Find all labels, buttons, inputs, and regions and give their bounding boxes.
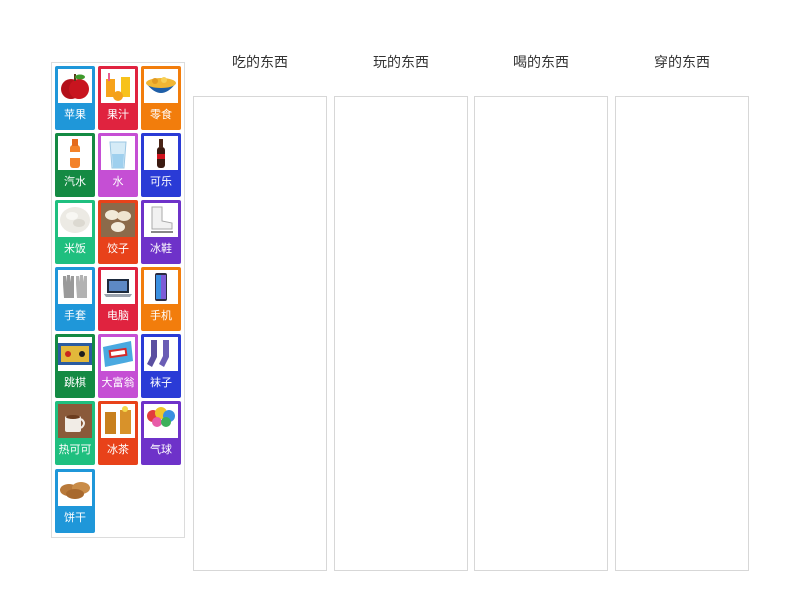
- snack-icon: [144, 69, 178, 103]
- card-label: 米饭: [64, 242, 86, 255]
- hot-cocoa-icon: [58, 404, 92, 438]
- card-label: 水: [112, 175, 124, 188]
- card-label: 饼干: [64, 511, 86, 524]
- card-label: 零食: [150, 108, 172, 121]
- drop-zone-play[interactable]: [334, 96, 468, 571]
- card-laptop[interactable]: 电脑: [98, 267, 138, 331]
- card-snack[interactable]: 零食: [141, 66, 181, 130]
- card-glove[interactable]: 手套: [55, 267, 95, 331]
- apple-icon: [58, 69, 92, 103]
- card-label: 饺子: [107, 242, 129, 255]
- drop-zone-eat[interactable]: [193, 96, 327, 571]
- card-cola[interactable]: 可乐: [141, 133, 181, 197]
- card-juice[interactable]: 果汁: [98, 66, 138, 130]
- card-label: 可乐: [150, 175, 172, 188]
- card-label: 热可可: [58, 443, 92, 456]
- checkers-icon: [58, 337, 92, 371]
- water-icon: [101, 136, 135, 170]
- balloon-icon: [144, 404, 178, 438]
- card-socks[interactable]: 袜子: [141, 334, 181, 398]
- dumpling-icon: [101, 203, 135, 237]
- column-title-drink: 喝的东西: [513, 55, 569, 71]
- column-title-wear: 穿的东西: [654, 55, 710, 71]
- card-iced-tea[interactable]: 冰茶: [98, 401, 138, 465]
- card-dumpling[interactable]: 饺子: [98, 200, 138, 264]
- card-label: 果汁: [107, 108, 129, 121]
- rice-icon: [58, 203, 92, 237]
- card-hot-cocoa[interactable]: 热可可: [55, 401, 95, 465]
- drop-zone-wear[interactable]: [615, 96, 749, 571]
- card-label: 冰鞋: [150, 242, 172, 255]
- card-rice[interactable]: 米饭: [55, 200, 95, 264]
- card-label: 气球: [150, 443, 172, 456]
- card-label: 苹果: [64, 108, 86, 121]
- juice-icon: [101, 69, 135, 103]
- ice-skate-icon: [144, 203, 178, 237]
- cookie-icon: [58, 472, 92, 506]
- card-label: 大富翁: [101, 376, 135, 389]
- card-label: 手套: [64, 309, 86, 322]
- drop-zone-drink[interactable]: [474, 96, 608, 571]
- card-water[interactable]: 水: [98, 133, 138, 197]
- soda-icon: [58, 136, 92, 170]
- card-soda[interactable]: 汽水: [55, 133, 95, 197]
- iced-tea-icon: [101, 404, 135, 438]
- card-monopoly[interactable]: 大富翁: [98, 334, 138, 398]
- glove-icon: [58, 270, 92, 304]
- laptop-icon: [101, 270, 135, 304]
- phone-icon: [144, 270, 178, 304]
- socks-icon: [144, 337, 178, 371]
- card-label: 跳棋: [64, 376, 86, 389]
- card-label: 袜子: [150, 376, 172, 389]
- card-balloon[interactable]: 气球: [141, 401, 181, 465]
- card-label: 冰茶: [107, 443, 129, 456]
- monopoly-icon: [101, 337, 135, 371]
- column-title-play: 玩的东西: [373, 55, 429, 71]
- card-phone[interactable]: 手机: [141, 267, 181, 331]
- sorting-activity: 苹果 果汁 零食 汽水 水 可乐 米饭 饺子 冰鞋 手套 电脑 手机 跳棋 大富…: [0, 0, 800, 600]
- card-checkers[interactable]: 跳棋: [55, 334, 95, 398]
- card-palette: 苹果 果汁 零食 汽水 水 可乐 米饭 饺子 冰鞋 手套 电脑 手机 跳棋 大富…: [51, 62, 185, 538]
- card-cookie[interactable]: 饼干: [55, 469, 95, 533]
- card-apple[interactable]: 苹果: [55, 66, 95, 130]
- card-ice-skate[interactable]: 冰鞋: [141, 200, 181, 264]
- column-title-eat: 吃的东西: [232, 55, 288, 71]
- card-label: 手机: [150, 309, 172, 322]
- cola-icon: [144, 136, 178, 170]
- card-label: 电脑: [107, 309, 129, 322]
- card-label: 汽水: [64, 175, 86, 188]
